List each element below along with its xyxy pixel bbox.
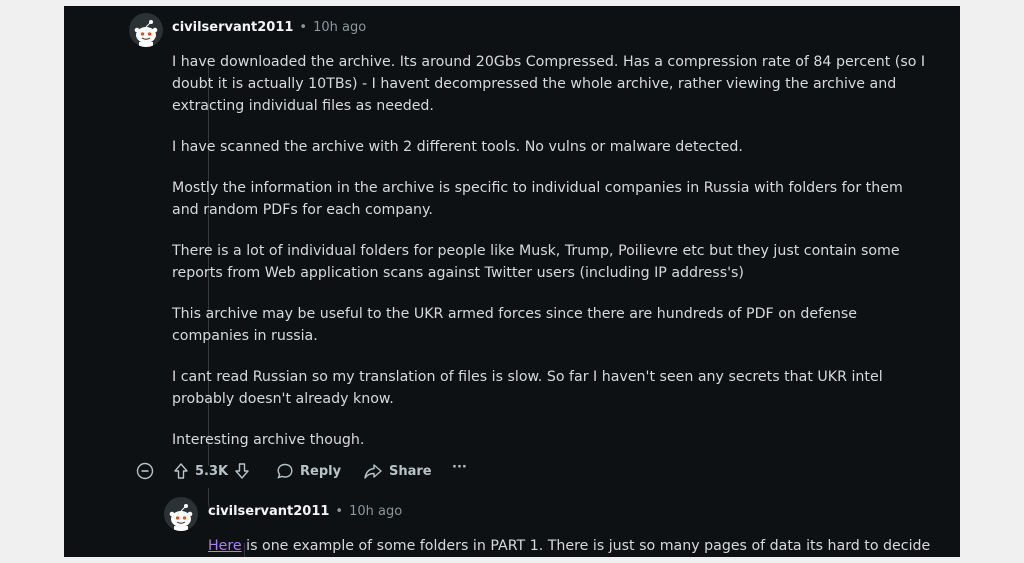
avatar[interactable] <box>129 13 163 47</box>
comment-bubble-icon <box>277 463 293 479</box>
comment-paragraph: There is a lot of individual folders for… <box>172 243 900 281</box>
comment-paragraph: Interesting archive though. <box>172 432 365 448</box>
share-button[interactable]: Share <box>363 462 432 480</box>
upvote-icon[interactable] <box>173 462 189 480</box>
vote-controls: 5.3K <box>173 462 250 480</box>
comment-meta: civilservant2011 • 10h ago <box>172 20 366 35</box>
snoo-avatar-icon <box>134 20 158 47</box>
more-options-icon: ··· <box>452 460 467 475</box>
reply-label: Reply <box>300 463 342 479</box>
reply-avatar[interactable] <box>164 497 198 531</box>
comment-paragraph: I have scanned the archive with 2 differ… <box>172 139 743 155</box>
comment-paragraph: I have downloaded the archive. Its aroun… <box>172 54 926 114</box>
reply-button[interactable]: Reply <box>276 462 341 480</box>
collapse-icon <box>136 462 154 480</box>
comment-paragraph: This archive may be useful to the UKR ar… <box>172 306 857 344</box>
share-icon <box>364 464 382 479</box>
here-link[interactable]: Here <box>208 538 242 554</box>
more-options-button[interactable]: ··· <box>452 460 467 475</box>
timestamp[interactable]: 10h ago <box>313 20 366 35</box>
vote-count: 5.3K <box>195 463 229 479</box>
reply-username[interactable]: civilservant2011 <box>208 504 329 519</box>
share-label: Share <box>389 463 432 479</box>
username[interactable]: civilservant2011 <box>172 20 293 35</box>
separator-dot: • <box>335 504 344 519</box>
reply-text: is one example of some folders in PART 1… <box>241 538 931 554</box>
reply-meta: civilservant2011 • 10h ago <box>208 504 402 519</box>
downvote-icon[interactable] <box>234 462 250 480</box>
reply-body: Here is one example of some folders in P… <box>208 535 931 557</box>
comment-action-bar: 5.3K Reply Share ··· <box>0 460 1024 482</box>
collapse-button[interactable] <box>136 462 154 480</box>
comment-paragraph: Mostly the information in the archive is… <box>172 180 903 218</box>
reply-timestamp[interactable]: 10h ago <box>349 504 402 519</box>
snoo-avatar-icon <box>169 504 193 531</box>
separator-dot: • <box>299 20 308 35</box>
comment-body: I have downloaded the archive. Its aroun… <box>172 51 932 470</box>
comment-paragraph: I cant read Russian so my translation of… <box>172 369 883 407</box>
